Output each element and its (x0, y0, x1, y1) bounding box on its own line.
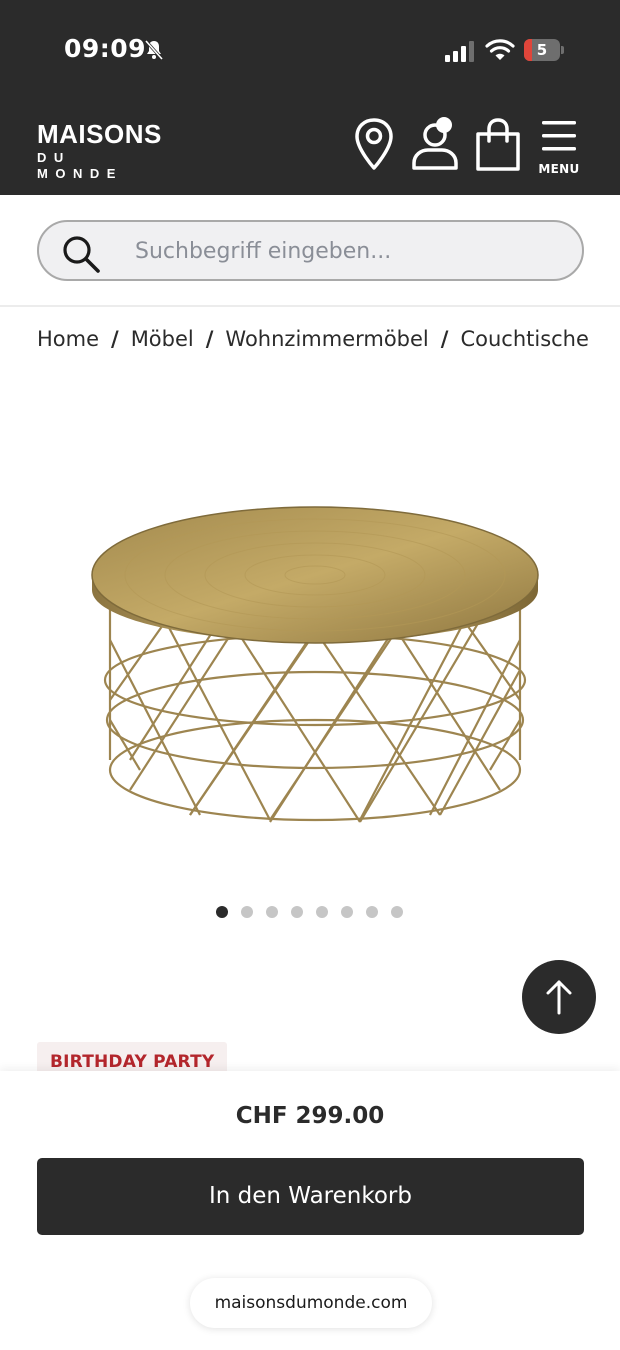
purchase-panel: CHF 299.00 In den Warenkorb maisonsdumon… (0, 1071, 620, 1350)
carousel-dot[interactable] (316, 906, 328, 918)
search-input[interactable] (135, 234, 555, 268)
carousel-dot[interactable] (216, 906, 228, 918)
breadcrumb-wohnzimmermoebel[interactable]: Wohnzimmermöbel (225, 327, 428, 351)
cellular-signal-icon (445, 41, 474, 62)
breadcrumb-couchtische[interactable]: Couchtische (460, 327, 588, 351)
bell-muted-icon (144, 40, 164, 60)
logo-line-2: DU MONDE (37, 150, 123, 181)
account-icon[interactable] (410, 116, 462, 174)
header-divider (0, 305, 620, 307)
scroll-to-top-button[interactable] (522, 960, 596, 1034)
carousel-dot[interactable] (241, 906, 253, 918)
menu-label: MENU (538, 162, 580, 176)
logo-line-1: MAISONS (37, 119, 162, 149)
wifi-icon (485, 39, 515, 60)
carousel-dot[interactable] (341, 906, 353, 918)
menu-button[interactable]: MENU (536, 116, 582, 176)
breadcrumb-home[interactable]: Home (37, 327, 99, 351)
browser-url-bar[interactable]: maisonsdumonde.com (190, 1278, 432, 1328)
location-pin-icon[interactable] (352, 116, 396, 174)
shopping-bag-icon[interactable] (474, 116, 522, 174)
hamburger-menu-icon (542, 121, 576, 151)
product-price: CHF 299.00 (235, 1103, 385, 1129)
status-time: 09:09 (64, 34, 147, 63)
breadcrumb-moebel[interactable]: Möbel (131, 327, 194, 351)
search-bar[interactable] (37, 220, 584, 281)
breadcrumb-separator: / (111, 327, 119, 351)
search-icon (63, 236, 100, 273)
site-header: 09:09 5 MAISONS DU MONDE MENU (0, 0, 620, 195)
carousel-dot[interactable] (366, 906, 378, 918)
product-image[interactable] (70, 470, 560, 850)
maisons-du-monde-logo[interactable]: MAISONS DU MONDE (37, 119, 162, 181)
breadcrumb-separator: / (205, 327, 214, 351)
breadcrumb: Home / Möbel / Wohnzimmermöbel / Couchtische (37, 327, 597, 359)
battery-indicator: 5 (524, 39, 564, 61)
add-to-cart-button[interactable]: In den Warenkorb (37, 1158, 584, 1235)
breadcrumb-separator: / (440, 327, 449, 351)
carousel-dot[interactable] (391, 906, 403, 918)
carousel-dot[interactable] (291, 906, 303, 918)
battery-level: 5 (536, 41, 548, 59)
carousel-dot[interactable] (266, 906, 278, 918)
arrow-up-icon (546, 980, 572, 1015)
